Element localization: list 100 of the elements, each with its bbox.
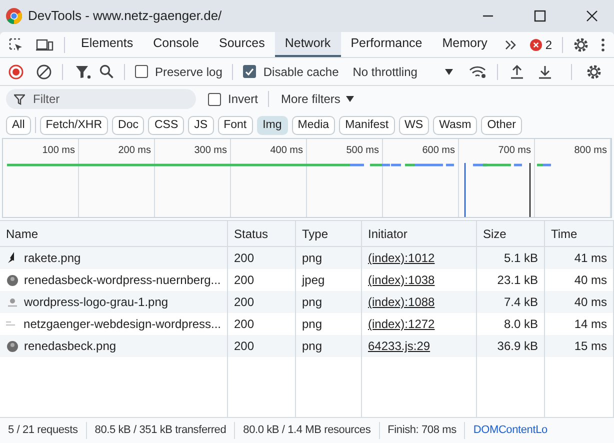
table-cell-text: 40 ms xyxy=(574,294,607,311)
close-icon[interactable] xyxy=(586,10,598,22)
table-cell-text: 40 ms xyxy=(574,272,607,289)
avatar-thumbnail-icon xyxy=(6,340,18,352)
time-tick-label: 100 ms xyxy=(42,144,75,155)
type-filter-chip[interactable]: Other xyxy=(481,116,522,134)
inspect-element-icon[interactable] xyxy=(8,36,24,52)
time-tick-label: 500 ms xyxy=(346,144,379,155)
checkmark-icon xyxy=(245,68,254,76)
type-filter-chip[interactable]: Manifest xyxy=(339,116,395,134)
type-filter-chip[interactable]: WS xyxy=(398,116,430,134)
panel-tab[interactable]: Sources xyxy=(208,32,275,57)
initiator-link[interactable]: (index):1012 xyxy=(368,249,435,267)
panel-tab[interactable]: Performance xyxy=(340,32,432,57)
column-header[interactable]: Initiator xyxy=(368,224,408,242)
clear-icon[interactable] xyxy=(36,64,52,80)
invert-checkbox[interactable]: Invert xyxy=(208,90,258,108)
preserve-log-checkbox[interactable]: Preserve log xyxy=(135,62,222,80)
column-header[interactable]: Status xyxy=(234,224,268,242)
table-cell-text: 41 ms xyxy=(574,250,607,267)
logo-thumbnail-icon xyxy=(6,298,18,306)
upload-icon[interactable] xyxy=(510,64,524,78)
caret-icon xyxy=(346,96,354,102)
time-tick-label: 800 ms xyxy=(574,144,607,155)
table-cell-text: 23.1 kB xyxy=(497,272,538,289)
type-filter-chip[interactable]: CSS xyxy=(148,116,184,134)
table-cell-text: 15 ms xyxy=(574,338,607,355)
table-cell-text: png xyxy=(302,316,322,333)
maximize-icon[interactable] xyxy=(534,10,546,22)
filter-field[interactable]: Filter xyxy=(6,89,196,109)
status-text: 5 / 21 requests xyxy=(7,423,79,438)
panel-tab[interactable]: Console xyxy=(143,32,209,57)
column-header[interactable]: Time xyxy=(551,224,578,242)
status-text: Finish: 708 ms xyxy=(378,422,464,439)
more-tabs-icon[interactable] xyxy=(505,40,516,50)
type-filter-chip[interactable]: All xyxy=(6,116,31,134)
error-count[interactable]: 2 xyxy=(545,36,552,54)
status-text: DOMContentLo xyxy=(464,422,556,439)
panel-tab[interactable]: Network xyxy=(274,32,341,57)
table-cell-text: png xyxy=(302,250,322,267)
settings-icon[interactable] xyxy=(586,64,602,80)
type-filter-chip[interactable]: Media xyxy=(292,116,336,134)
column-header[interactable]: Name xyxy=(6,224,38,242)
panel-tab[interactable]: Elements xyxy=(71,32,144,57)
initiator-link[interactable]: (index):1088 xyxy=(368,293,435,311)
table-cell-text: 36.9 kB xyxy=(497,338,538,355)
request-name[interactable]: rakete.png xyxy=(24,249,81,267)
table-cell-text: 200 xyxy=(234,272,254,289)
table-cell-text: 200 xyxy=(234,250,254,267)
more-options-icon[interactable] xyxy=(601,38,606,52)
time-tick-label: 400 ms xyxy=(270,144,303,155)
request-name[interactable]: renedasbeck-wordpress-nuernberg... xyxy=(24,271,221,289)
stop-recording-icon[interactable] xyxy=(8,64,24,80)
disable-cache-checkbox[interactable]: Disable cache xyxy=(243,62,339,80)
request-name[interactable]: wordpress-logo-grau-1.png xyxy=(24,293,168,311)
status-text: 80.0 kB / 1.4 MB resources xyxy=(234,422,379,439)
table-cell-text: 5.1 kB xyxy=(504,250,538,267)
panel-tab[interactable]: Memory xyxy=(432,32,498,57)
column-header[interactable]: Type xyxy=(302,224,328,242)
search-icon[interactable] xyxy=(99,64,114,79)
browser-logo-icon xyxy=(6,8,22,24)
type-filter-chip[interactable]: JS xyxy=(188,116,214,134)
device-toolbar-icon[interactable] xyxy=(36,36,54,52)
time-tick-label: 700 ms xyxy=(498,144,531,155)
table-cell-text: png xyxy=(302,294,322,311)
table-cell-text: png xyxy=(302,338,322,355)
network-conditions-icon[interactable] xyxy=(468,64,487,78)
table-cell-text: 200 xyxy=(234,294,254,311)
type-filter-chip[interactable]: Font xyxy=(218,116,253,134)
time-tick-label: 600 ms xyxy=(422,144,455,155)
table-cell-text: 14 ms xyxy=(574,316,607,333)
table-cell-text: 8.0 kB xyxy=(504,316,538,333)
more-filters-dropdown[interactable]: More filters xyxy=(281,90,354,108)
type-filter-chip[interactable]: Doc xyxy=(112,116,144,134)
column-header[interactable]: Size xyxy=(483,224,506,242)
type-filter-chip[interactable]: Fetch/XHR xyxy=(40,116,108,134)
table-cell-text: 200 xyxy=(234,316,254,333)
error-icon xyxy=(530,38,542,50)
table-cell-text: jpeg xyxy=(302,272,325,289)
throttling-dropdown[interactable]: No throttling xyxy=(352,62,453,80)
filter-icon[interactable] xyxy=(75,64,91,78)
download-icon[interactable] xyxy=(538,64,552,78)
initiator-link[interactable]: 64233.js:29 xyxy=(368,337,430,355)
settings-icon[interactable] xyxy=(573,36,590,52)
image-thumbnail-icon xyxy=(6,321,18,327)
table-cell-text: 7.4 kB xyxy=(504,294,538,311)
time-tick-label: 300 ms xyxy=(194,144,227,155)
initiator-link[interactable]: (index):1038 xyxy=(368,271,435,289)
status-text: 80.5 kB / 351 kB transferred xyxy=(86,422,234,439)
request-name[interactable]: renedasbeck.png xyxy=(24,337,116,355)
table-cell-text: 200 xyxy=(234,338,254,355)
request-name[interactable]: netzgaenger-webdesign-wordpress... xyxy=(24,315,221,333)
initiator-link[interactable]: (index):1272 xyxy=(368,315,435,333)
filter-icon xyxy=(14,94,25,105)
window-title: DevTools - www.netz-gaenger.de/ xyxy=(28,7,222,26)
type-filter-chip[interactable]: Img xyxy=(256,116,288,134)
caret-icon xyxy=(444,68,453,74)
time-tick-label: 200 ms xyxy=(118,144,151,155)
type-filter-chip[interactable]: Wasm xyxy=(433,116,478,134)
avatar-thumbnail-icon xyxy=(6,274,18,286)
